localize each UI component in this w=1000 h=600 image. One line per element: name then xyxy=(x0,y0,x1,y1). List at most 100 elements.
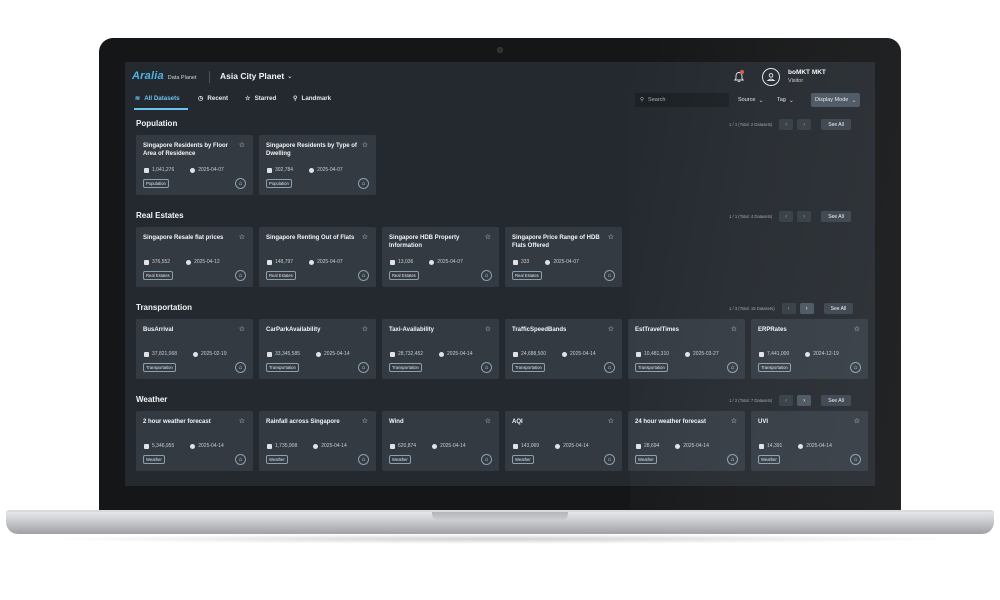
star-icon[interactable]: ☆ xyxy=(608,325,614,333)
clock-icon xyxy=(190,443,196,449)
search-input[interactable]: ⚲ Search xyxy=(635,93,729,107)
tag-badge[interactable]: Transportation xyxy=(143,363,176,372)
see-all-button[interactable]: See All xyxy=(823,303,854,314)
prev-page-button[interactable]: ‹ xyxy=(779,119,794,130)
star-icon[interactable]: ☆ xyxy=(239,141,245,149)
logo[interactable]: Aralia Data Planet xyxy=(132,70,197,82)
prev-page-button[interactable]: ‹ xyxy=(779,211,794,222)
tag-icon[interactable]: ⌂ xyxy=(358,270,369,281)
star-icon[interactable]: ☆ xyxy=(239,325,245,333)
tab-all-datasets[interactable]: ≋ All Datasets xyxy=(135,95,180,102)
dataset-card[interactable]: BusArrival ☆ 37,821,068 2025-02-19 Trans… xyxy=(136,319,253,379)
dataset-card[interactable]: UVI ☆ 14,391 2025-04-14 Weather ⌂ xyxy=(751,411,868,471)
tag-badge[interactable]: Transportation xyxy=(389,363,422,372)
dataset-card[interactable]: Singapore Residents by Floor Area of Res… xyxy=(136,135,253,195)
star-icon[interactable]: ☆ xyxy=(362,141,368,149)
tag-icon[interactable]: ⌂ xyxy=(358,178,369,189)
prev-page-button[interactable]: ‹ xyxy=(781,303,796,314)
tab-landmark-label: Landmark xyxy=(301,95,332,102)
star-icon[interactable]: ☆ xyxy=(362,233,368,241)
tag-badge[interactable]: Weather xyxy=(266,455,288,464)
tag-badge[interactable]: Weather xyxy=(143,455,165,464)
dataset-card[interactable]: Singapore Renting Out of Flats ☆ 148,797… xyxy=(259,227,376,287)
tag-icon[interactable]: ⌂ xyxy=(481,454,492,465)
dataset-card[interactable]: Wind ☆ 620,874 2025-04-14 Weather ⌂ xyxy=(382,411,499,471)
dataset-card[interactable]: ERPRates ☆ 7,441,000 2024-12-19 Transpor… xyxy=(751,319,868,379)
tag-icon[interactable]: ⌂ xyxy=(727,454,738,465)
tag-icon[interactable]: ⌂ xyxy=(604,362,615,373)
see-all-button[interactable]: See All xyxy=(821,395,851,406)
tag-icon[interactable]: ⌂ xyxy=(358,362,369,373)
dataset-card[interactable]: Singapore Resale flat prices ☆ 376,552 2… xyxy=(136,227,253,287)
tag-badge[interactable]: Transportation xyxy=(266,363,299,372)
star-icon[interactable]: ☆ xyxy=(854,417,860,425)
star-icon[interactable]: ☆ xyxy=(731,325,737,333)
dataset-card[interactable]: TrafficSpeedBands ☆ 24,688,500 2025-04-1… xyxy=(505,319,622,379)
dataset-card[interactable]: Rainfall across Singapore ☆ 1,735,908 20… xyxy=(259,411,376,471)
source-dropdown[interactable]: Source ⌄ xyxy=(734,93,767,107)
tag-icon[interactable]: ⌂ xyxy=(481,270,492,281)
dataset-card[interactable]: Singapore Price Range of HDB Flats Offer… xyxy=(505,227,622,287)
tag-icon[interactable]: ⌂ xyxy=(235,454,246,465)
tag-icon[interactable]: ⌂ xyxy=(235,362,246,373)
tag-badge[interactable]: Weather xyxy=(389,455,411,464)
tab-starred-label: Starred xyxy=(254,95,277,102)
tag-icon[interactable]: ⌂ xyxy=(235,270,246,281)
tag-badge[interactable]: Weather xyxy=(512,455,534,464)
prev-page-button[interactable]: ‹ xyxy=(779,395,794,406)
tag-badge[interactable]: Population xyxy=(266,179,292,188)
see-all-button[interactable]: See All xyxy=(821,119,851,130)
tag-icon[interactable]: ⌂ xyxy=(850,454,861,465)
star-icon[interactable]: ☆ xyxy=(485,417,491,425)
tag-icon[interactable]: ⌂ xyxy=(358,454,369,465)
dataset-card[interactable]: Taxi-Availability ☆ 28,732,452 2025-04-1… xyxy=(382,319,499,379)
updated-date: 2025-03-27 xyxy=(693,351,719,357)
display-mode-dropdown[interactable]: Display Mode ⌄ xyxy=(811,93,861,107)
dataset-card[interactable]: EstTravelTimes ☆ 10,481,310 2025-03-27 T… xyxy=(628,319,745,379)
star-icon[interactable]: ☆ xyxy=(362,325,368,333)
star-icon[interactable]: ☆ xyxy=(485,325,491,333)
next-page-button[interactable]: › xyxy=(799,303,814,314)
tag-icon[interactable]: ⌂ xyxy=(481,362,492,373)
star-icon[interactable]: ☆ xyxy=(731,417,737,425)
planet-name: Asia City Planet xyxy=(220,71,285,81)
tag-badge[interactable]: Weather xyxy=(758,455,780,464)
tag-icon[interactable]: ⌂ xyxy=(727,362,738,373)
dataset-card[interactable]: AQI ☆ 143,069 2025-04-14 Weather ⌂ xyxy=(505,411,622,471)
star-icon[interactable]: ☆ xyxy=(854,325,860,333)
tag-badge[interactable]: Real Estates xyxy=(266,271,296,280)
avatar[interactable] xyxy=(762,68,780,86)
dataset-card[interactable]: CarParkAvailability ☆ 33,345,585 2025-04… xyxy=(259,319,376,379)
dataset-card[interactable]: 2 hour weather forecast ☆ 5,346,955 2025… xyxy=(136,411,253,471)
next-page-button[interactable]: › xyxy=(797,211,812,222)
tag-dropdown[interactable]: Tag ⌄ xyxy=(773,93,798,107)
next-page-button[interactable]: › xyxy=(797,119,812,130)
dataset-card[interactable]: Singapore Residents by Type of Dwelling … xyxy=(259,135,376,195)
tab-landmark[interactable]: ⚲ Landmark xyxy=(293,95,331,102)
tag-badge[interactable]: Real Estates xyxy=(512,271,542,280)
tag-badge[interactable]: Transportation xyxy=(758,363,791,372)
tag-badge[interactable]: Transportation xyxy=(512,363,545,372)
planet-selector[interactable]: Asia City Planet ⌄ xyxy=(220,71,292,81)
star-icon[interactable]: ☆ xyxy=(485,233,491,241)
star-icon[interactable]: ☆ xyxy=(239,417,245,425)
next-page-button[interactable]: › xyxy=(797,395,812,406)
tag-badge[interactable]: Weather xyxy=(635,455,657,464)
dataset-card[interactable]: 24 hour weather forecast ☆ 28,694 2025-0… xyxy=(628,411,745,471)
star-icon[interactable]: ☆ xyxy=(608,233,614,241)
tab-starred[interactable]: ☆ Starred xyxy=(245,95,276,102)
star-icon[interactable]: ☆ xyxy=(362,417,368,425)
tag-icon[interactable]: ⌂ xyxy=(604,270,615,281)
tag-badge[interactable]: Real Estates xyxy=(143,271,173,280)
see-all-button[interactable]: See All xyxy=(821,211,851,222)
tag-icon[interactable]: ⌂ xyxy=(235,178,246,189)
dataset-card[interactable]: Singapore HDB Property Information ☆ 13,… xyxy=(382,227,499,287)
tag-badge[interactable]: Transportation xyxy=(635,363,668,372)
tag-badge[interactable]: Real Estates xyxy=(389,271,419,280)
tab-recent[interactable]: ◷ Recent xyxy=(198,95,228,102)
tag-badge[interactable]: Population xyxy=(143,179,169,188)
star-icon[interactable]: ☆ xyxy=(239,233,245,241)
star-icon[interactable]: ☆ xyxy=(608,417,614,425)
tag-icon[interactable]: ⌂ xyxy=(850,362,861,373)
tag-icon[interactable]: ⌂ xyxy=(604,454,615,465)
